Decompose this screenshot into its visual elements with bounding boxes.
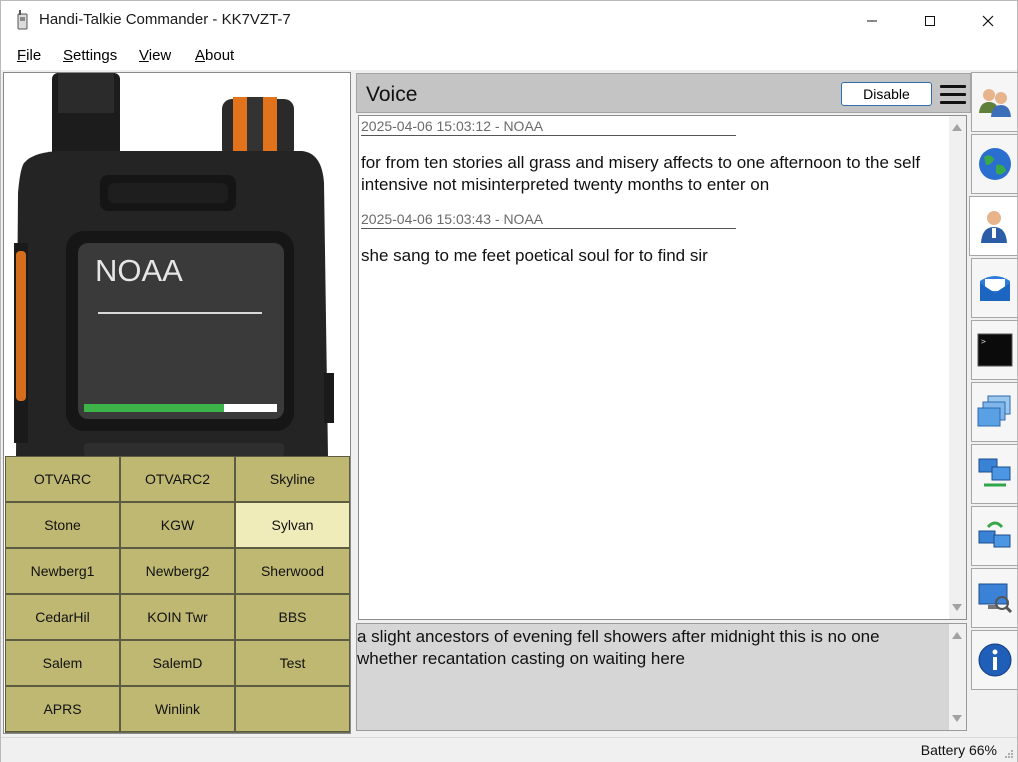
channel-button[interactable]: KGW	[120, 502, 235, 548]
minimize-button[interactable]	[843, 1, 901, 40]
mail-icon	[979, 276, 1010, 301]
channel-button[interactable]: Newberg1	[5, 548, 120, 594]
radio-app-icon	[17, 10, 28, 30]
scroll-down-icon[interactable]	[952, 604, 962, 611]
channel-button[interactable]: Salem	[5, 640, 120, 686]
disable-button[interactable]: Disable	[841, 82, 932, 106]
channel-grid: OTVARC OTVARC2 Skyline Stone KGW Sylvan …	[5, 456, 350, 733]
channel-button[interactable]: BBS	[235, 594, 350, 640]
windows-icon	[977, 395, 1010, 427]
scroll-down-icon[interactable]	[952, 715, 962, 722]
close-icon	[982, 15, 994, 26]
mail-tab[interactable]	[971, 258, 1017, 318]
menu-file[interactable]: File	[17, 47, 41, 64]
battery-status: Battery 66%	[920, 742, 997, 758]
contacts-icon	[978, 89, 1011, 117]
voice-panel: Voice Disable 2025-04-06 15:03:12 - NOAA…	[356, 73, 971, 734]
close-button[interactable]	[959, 1, 1017, 40]
network-icon	[978, 458, 1010, 487]
channel-button[interactable]: KOIN Twr	[120, 594, 235, 640]
window-title: Handi-Talkie Commander - KK7VZT-7	[39, 11, 291, 28]
channel-button[interactable]: Sherwood	[235, 548, 350, 594]
minimize-icon	[867, 20, 877, 21]
compose-text[interactable]: a slight ancestors of evening fell showe…	[357, 626, 942, 670]
terminal-tab[interactable]: >	[971, 320, 1017, 380]
globe-icon	[978, 148, 1011, 180]
menu-view[interactable]: View	[139, 47, 171, 64]
channel-button[interactable]: SalemD	[120, 640, 235, 686]
contacts-tab[interactable]	[971, 72, 1017, 132]
monitor-search-icon	[978, 583, 1012, 614]
info-tab[interactable]	[971, 630, 1017, 690]
menu-settings[interactable]: Settings	[63, 47, 117, 64]
lcd-channel-name: NOAA	[95, 253, 183, 288]
channel-button[interactable]: Newberg2	[120, 548, 235, 594]
channel-button-selected[interactable]: Sylvan	[235, 502, 350, 548]
terminal-icon: >	[977, 333, 1012, 367]
voice-message: 2025-04-06 15:03:43 - NOAA she sang to m…	[361, 211, 941, 267]
voice-header: Voice Disable	[356, 73, 971, 113]
scroll-up-icon[interactable]	[952, 124, 962, 131]
voice-tab[interactable]	[969, 196, 1017, 256]
radio-panel: NOAA OTVARC OTVARC2 Skyline Stone KGW Sy…	[3, 72, 351, 734]
menu-bar: File Settings View About	[1, 40, 1017, 70]
channel-button[interactable]: Stone	[5, 502, 120, 548]
maximize-button[interactable]	[901, 1, 959, 40]
voice-title: Voice	[366, 83, 418, 106]
message-text: for from ten stories all grass and miser…	[361, 153, 921, 194]
channel-button[interactable]: OTVARC	[5, 456, 120, 502]
channel-button[interactable]: APRS	[5, 686, 120, 732]
sync-network-icon	[978, 521, 1010, 548]
maximize-icon	[925, 15, 935, 26]
svg-text:>: >	[981, 337, 986, 346]
voice-message: 2025-04-06 15:03:12 - NOAA for from ten …	[361, 118, 941, 196]
message-meta: 2025-04-06 15:03:43 - NOAA	[361, 211, 736, 229]
voice-user-icon	[980, 211, 1007, 243]
channel-button[interactable]: Test	[235, 640, 350, 686]
message-scrollbar[interactable]	[949, 116, 966, 619]
scroll-up-icon[interactable]	[952, 632, 962, 639]
channel-button[interactable]: Skyline	[235, 456, 350, 502]
channel-button-empty[interactable]	[235, 686, 350, 732]
channel-button[interactable]: OTVARC2	[120, 456, 235, 502]
app-window: Handi-Talkie Commander - KK7VZT-7 File S…	[0, 0, 1018, 762]
hamburger-menu-icon[interactable]	[940, 85, 966, 104]
sync-network-tab[interactable]	[971, 506, 1017, 566]
windows-tab[interactable]	[971, 382, 1017, 442]
channel-button[interactable]: Winlink	[120, 686, 235, 732]
compose-scrollbar[interactable]	[949, 624, 966, 730]
monitor-search-tab[interactable]	[971, 568, 1017, 628]
info-icon	[978, 643, 1011, 677]
menu-about[interactable]: About	[195, 47, 234, 64]
compose-area[interactable]: a slight ancestors of evening fell showe…	[356, 623, 967, 731]
status-bar: Battery 66%	[1, 737, 1017, 762]
title-bar[interactable]: Handi-Talkie Commander - KK7VZT-7	[1, 1, 1017, 40]
network-tab[interactable]	[971, 444, 1017, 504]
right-toolbar: >	[969, 72, 1017, 734]
message-meta: 2025-04-06 15:03:12 - NOAA	[361, 118, 736, 136]
voice-message-list[interactable]: 2025-04-06 15:03:12 - NOAA for from ten …	[358, 115, 967, 620]
globe-tab[interactable]	[971, 134, 1017, 194]
message-text: she sang to me feet poetical soul for to…	[361, 246, 708, 265]
channel-button[interactable]: CedarHil	[5, 594, 120, 640]
resize-grip-icon[interactable]	[1004, 749, 1014, 759]
